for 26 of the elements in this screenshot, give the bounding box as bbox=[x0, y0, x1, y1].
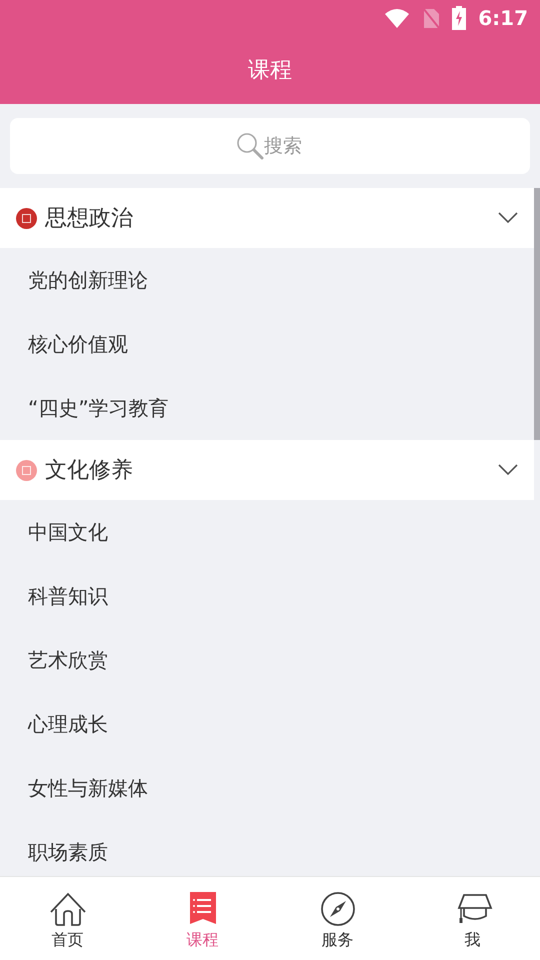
course-item[interactable]: 核心价值观 bbox=[28, 329, 128, 359]
course-item[interactable]: 党的创新理论 bbox=[28, 265, 148, 295]
course-item[interactable]: 中国文化 bbox=[28, 517, 108, 547]
course-item[interactable]: 艺术欣赏 bbox=[28, 645, 108, 675]
course-item[interactable]: 职场素质 bbox=[28, 837, 108, 867]
nav-tab[interactable]: 首页 bbox=[0, 877, 135, 960]
page-title: 课程 bbox=[248, 56, 292, 84]
category-title: 思想政治 bbox=[45, 204, 134, 232]
chevron-down-icon bbox=[498, 464, 518, 476]
chevron-down-icon bbox=[498, 212, 518, 224]
course-item[interactable]: 女性与新媒体 bbox=[28, 773, 148, 803]
category-title: 文化修养 bbox=[45, 456, 134, 484]
category-header[interactable]: 文化修养 bbox=[0, 440, 534, 500]
nav-tab[interactable]: 服务 bbox=[270, 877, 405, 960]
nav-tab[interactable]: 课程 bbox=[135, 877, 270, 960]
status-time: 6:17 bbox=[478, 5, 528, 32]
course-item[interactable]: 心理成长 bbox=[28, 709, 108, 739]
search-field[interactable]: 搜索 bbox=[10, 118, 530, 174]
nav-tab[interactable]: 我 bbox=[405, 877, 540, 960]
battery-charging-icon bbox=[452, 6, 466, 30]
course-item[interactable]: “四史”学习教育 bbox=[28, 393, 169, 423]
category-header[interactable]: 思想政治 bbox=[0, 188, 534, 248]
course-item[interactable]: 科普知识 bbox=[28, 581, 108, 611]
no-sim-icon bbox=[422, 7, 440, 29]
search-icon bbox=[236, 132, 264, 160]
wifi-icon bbox=[384, 8, 410, 28]
